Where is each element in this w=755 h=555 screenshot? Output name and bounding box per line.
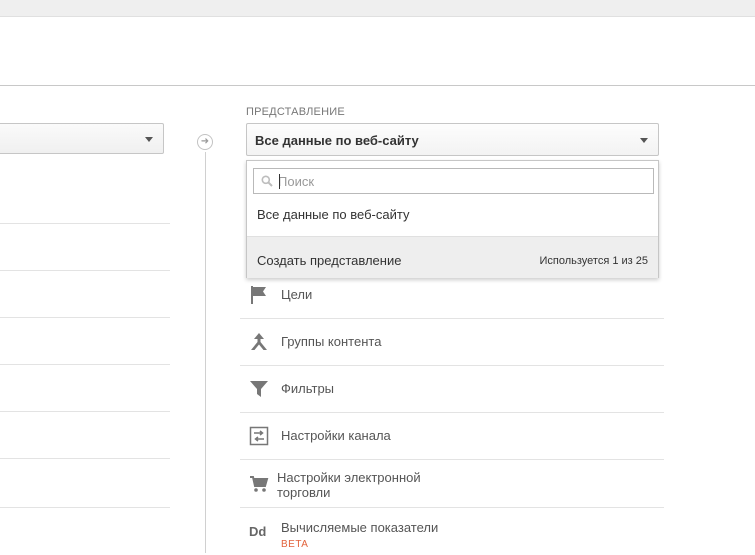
cart-icon <box>250 476 269 492</box>
left-row-divider <box>0 411 170 412</box>
menu-item-label-line: Настройки электронной <box>277 470 421 485</box>
chevron-down-icon <box>640 138 648 143</box>
menu-item-label: Настройки электронной торговли <box>277 470 447 500</box>
menu-item-label-line: торговли <box>277 485 331 500</box>
menu-item-label: Цели <box>281 287 313 302</box>
usage-counter: Используется 1 из 25 <box>539 255 648 267</box>
text-cursor <box>279 174 280 189</box>
left-row-divider <box>0 223 170 224</box>
search-icon <box>261 175 273 187</box>
header-area <box>0 17 755 86</box>
filter-icon <box>250 381 268 397</box>
view-dropdown: Все данные по веб-сайту Создать представ… <box>246 160 659 278</box>
content-groups-icon <box>251 333 267 350</box>
dropdown-footer: Создать представление Используется 1 из … <box>247 236 658 278</box>
menu-item-filters[interactable]: Фильтры <box>240 365 664 413</box>
menu-item-label: Группы контента <box>281 334 382 349</box>
view-select-value: Все данные по веб-сайту <box>255 133 419 148</box>
menu-item-label: Вычисляемые показатели <box>281 520 439 535</box>
arrow-right-icon: ➜ <box>197 134 213 150</box>
flag-icon <box>251 286 266 304</box>
menu-item-label: Настройки канала <box>281 428 391 443</box>
left-row-divider <box>0 507 170 508</box>
left-row-divider <box>0 270 170 271</box>
left-row-divider <box>0 458 170 459</box>
search-box[interactable] <box>253 168 654 194</box>
dropdown-option[interactable]: Все данные по веб-сайту <box>257 207 409 222</box>
left-row-divider <box>0 364 170 365</box>
chevron-down-icon <box>145 137 153 142</box>
menu-item-calculated-metrics[interactable]: Dd Вычисляемые показатели BETA <box>240 508 664 555</box>
beta-badge: BETA <box>281 539 309 550</box>
view-section-label: ПРЕДСТАВЛЕНИЕ <box>246 106 345 118</box>
search-input[interactable] <box>278 172 638 190</box>
top-bar <box>0 0 755 17</box>
create-view-button[interactable]: Создать представление <box>257 253 401 268</box>
menu-item-label: Фильтры <box>281 381 335 396</box>
column-divider <box>205 152 206 553</box>
calculated-metrics-icon: Dd <box>249 524 267 539</box>
property-select[interactable] <box>0 123 164 154</box>
menu-item-channel-settings[interactable]: Настройки канала <box>240 412 664 460</box>
menu-item-goals[interactable]: Цели <box>240 271 664 319</box>
channel-settings-icon <box>249 426 269 446</box>
menu-item-ecommerce-settings[interactable]: Настройки электронной торговли <box>240 459 664 508</box>
menu-item-content-groups[interactable]: Группы контента <box>240 318 664 366</box>
left-row-divider <box>0 317 170 318</box>
view-select[interactable]: Все данные по веб-сайту <box>246 123 659 156</box>
